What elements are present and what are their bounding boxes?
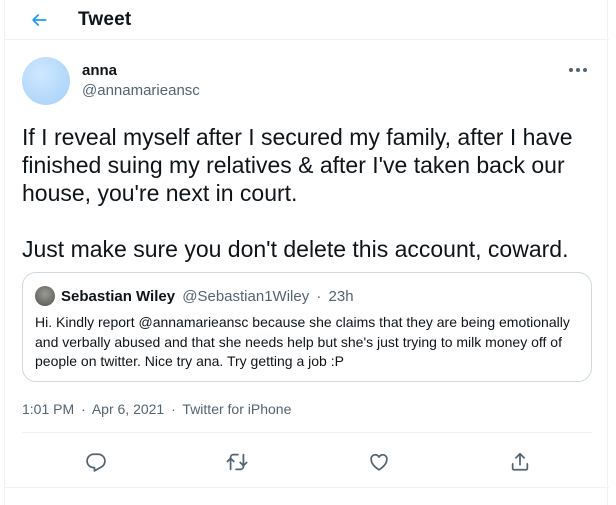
tweet-time[interactable]: 1:01 PM	[22, 401, 74, 417]
meta-separator: ·	[81, 401, 86, 417]
page-header: Tweet	[5, 0, 609, 40]
like-icon	[370, 453, 388, 471]
like-button[interactable]	[361, 444, 397, 480]
tweet-source[interactable]: Twitter for iPhone	[182, 401, 291, 417]
avatar[interactable]	[22, 57, 70, 105]
arrow-left-icon	[32, 14, 47, 26]
meta-separator: ·	[171, 401, 176, 417]
share-button[interactable]	[502, 444, 538, 480]
divider	[22, 432, 592, 433]
page-title: Tweet	[78, 9, 132, 30]
quoted-author-handle: @Sebastian1Wiley	[182, 288, 310, 305]
more-options-button[interactable]	[563, 58, 593, 82]
quoted-separator: ·	[316, 288, 322, 305]
retweet-icon	[226, 453, 248, 471]
divider	[5, 487, 609, 488]
quoted-timestamp: 23h	[328, 288, 354, 305]
tweet-date[interactable]: Apr 6, 2021	[92, 401, 164, 417]
reply-icon	[86, 453, 106, 472]
reply-button[interactable]	[78, 444, 114, 480]
back-button[interactable]	[25, 6, 53, 34]
author-handle[interactable]: @annamarieansc	[82, 82, 200, 99]
author-name[interactable]: anna	[82, 62, 117, 79]
retweet-button[interactable]	[219, 444, 255, 480]
quoted-text: Hi. Kindly report @annamarieansc because…	[35, 314, 570, 369]
quoted-header: Sebastian Wiley @Sebastian1Wiley · 23h	[61, 288, 354, 305]
quoted-author-name: Sebastian Wiley	[61, 288, 176, 305]
more-icon	[569, 68, 587, 72]
action-bar	[5, 444, 609, 480]
share-icon	[511, 452, 529, 471]
tweet-meta: 1:01 PM · Apr 6, 2021 · Twitter for iPho…	[22, 401, 291, 417]
tweet-text: If I reveal myself after I secured my fa…	[22, 124, 573, 262]
quoted-avatar	[35, 286, 55, 306]
tweet-page: Tweet anna @annamarieansc If I reveal my…	[4, 0, 609, 505]
quoted-tweet[interactable]: Sebastian Wiley @Sebastian1Wiley · 23h H…	[22, 272, 592, 382]
